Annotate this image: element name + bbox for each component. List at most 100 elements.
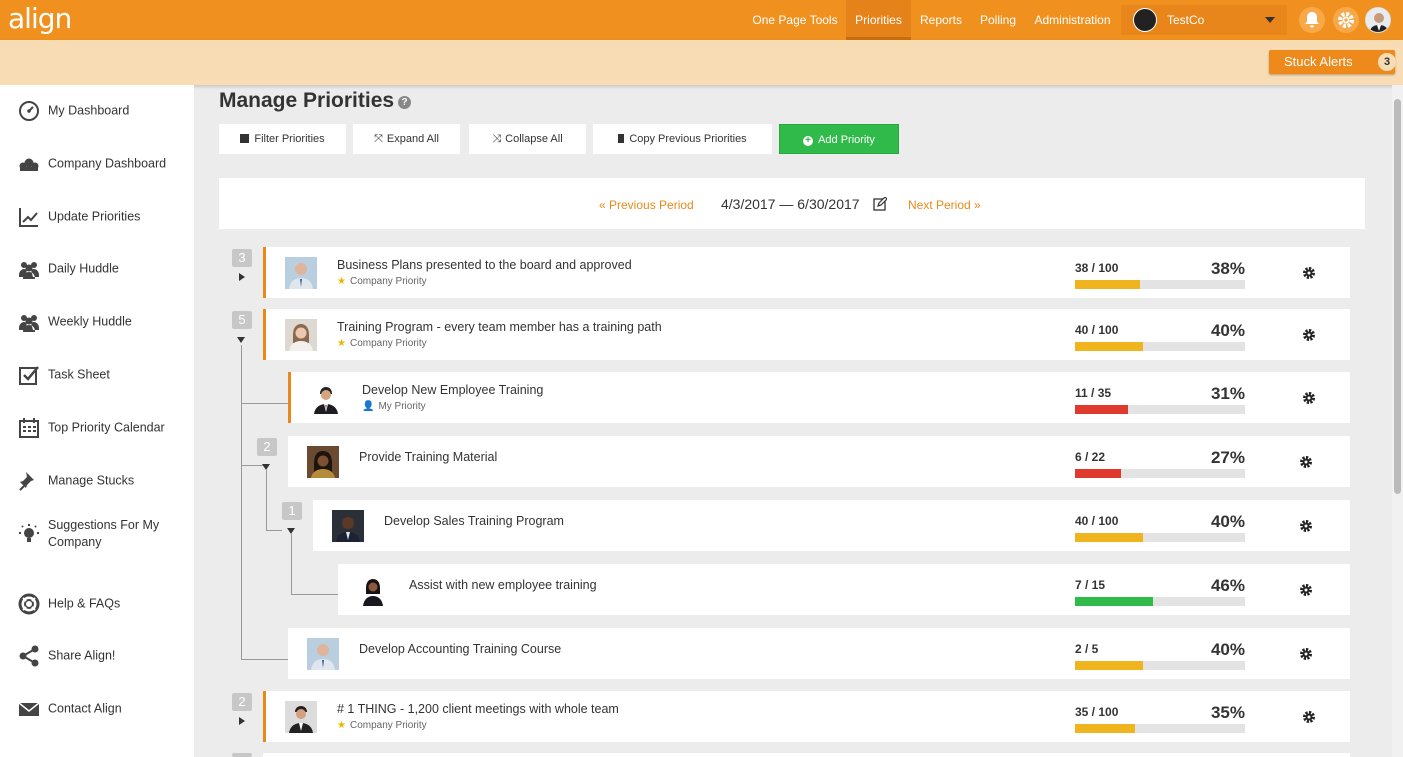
sidebar-item-top-priority-calendar[interactable]: Top Priority Calendar — [0, 406, 194, 450]
progress-count: 6 / 22 — [1075, 450, 1106, 464]
progress-count: 11 / 35 — [1075, 386, 1112, 400]
nav-polling[interactable]: Polling — [972, 0, 1024, 40]
chart-icon — [19, 208, 38, 227]
progress-bar — [1075, 533, 1245, 542]
gear-icon[interactable] — [1302, 391, 1316, 405]
star-icon: ★ — [337, 276, 346, 287]
priority-title[interactable]: Provide Training Material — [359, 450, 497, 464]
sidebar-item-daily-huddle[interactable]: Daily Huddle — [0, 247, 194, 291]
collapse-all-label: Collapse All — [505, 133, 563, 145]
sidebar-item-label: My Dashboard — [48, 103, 130, 118]
priority-title[interactable]: Training Program - every team member has… — [337, 320, 662, 334]
progress-bar-fill — [1075, 342, 1143, 351]
sidebar-item-my-dashboard[interactable]: My Dashboard — [0, 89, 194, 133]
star-icon: ★ — [337, 338, 346, 349]
sidebar-item-label: Daily Huddle — [48, 261, 119, 276]
pin-icon — [19, 472, 34, 491]
collapse-caret-icon[interactable] — [287, 528, 295, 534]
priority-title[interactable]: Business Plans presented to the board an… — [337, 258, 632, 272]
sidebar-item-share-align[interactable]: Share Align! — [0, 634, 194, 678]
nav-priorities[interactable]: Priorities — [846, 0, 911, 40]
help-icon[interactable]: ? — [398, 96, 411, 109]
sidebar-item-weekly-huddle[interactable]: Weekly Huddle — [0, 300, 194, 344]
add-priority-button[interactable]: + Add Priority — [779, 124, 899, 154]
nav-reports[interactable]: Reports — [912, 0, 970, 40]
progress-count: 2 / 5 — [1075, 642, 1099, 656]
filter-priorities-button[interactable]: Filter Priorities — [219, 124, 346, 154]
progress-percent: 46% — [1210, 576, 1245, 595]
collapse-caret-icon[interactable] — [237, 337, 245, 343]
priority-type: ★ Company Priority — [337, 720, 427, 731]
gear-icon[interactable] — [1302, 710, 1316, 724]
sidebar-item-update-priorities[interactable]: Update Priorities — [0, 195, 194, 239]
child-count-badge: 2 — [257, 438, 277, 456]
scrollbar[interactable] — [1392, 85, 1403, 757]
envelope-icon — [18, 702, 40, 716]
priority-row[interactable]: Develop New Employee Training 👤 My Priori… — [288, 372, 1350, 423]
sidebar-item-help-faqs[interactable]: Help & FAQs — [0, 582, 194, 626]
gear-icon[interactable] — [1299, 647, 1313, 661]
sidebar-item-suggestions[interactable]: Suggestions For My Company — [0, 512, 194, 556]
gear-icon[interactable] — [1299, 583, 1313, 597]
nav-one-page-tools[interactable]: One Page Tools — [745, 0, 845, 40]
progress-count: 40 / 100 — [1075, 323, 1119, 337]
child-count-badge: 5 — [232, 311, 252, 329]
priority-title[interactable]: Develop Sales Training Program — [384, 514, 564, 528]
scrollbar-thumb[interactable] — [1394, 99, 1401, 494]
priority-row[interactable]: Develop Sales Training Program 40 / 100 … — [313, 500, 1350, 551]
filter-icon — [240, 134, 250, 143]
gear-icon[interactable] — [1302, 266, 1316, 280]
stuck-alerts-label: Stuck Alerts — [1284, 54, 1353, 69]
copy-previous-priorities-button[interactable]: Copy Previous Priorities — [593, 124, 772, 154]
collapse-caret-icon[interactable] — [262, 464, 270, 470]
sidebar-item-label: Top Priority Calendar — [48, 420, 165, 435]
priority-title[interactable]: Develop New Employee Training — [362, 383, 543, 397]
gear-icon[interactable] — [1299, 455, 1313, 469]
progress-bar — [1075, 280, 1245, 289]
next-period-link[interactable]: Next Period » — [908, 198, 981, 212]
sidebar-item-company-dashboard[interactable]: Company Dashboard — [0, 142, 194, 186]
alert-bar — [0, 40, 1403, 85]
priority-title[interactable]: Develop Accounting Training Course — [359, 642, 561, 656]
priority-row[interactable]: Assist with new employee training 7 / 15… — [338, 564, 1350, 615]
period-range: 4/3/2017 — 6/30/2017 — [721, 196, 860, 212]
user-avatar[interactable] — [1365, 7, 1391, 33]
stuck-alerts-button[interactable]: Stuck Alerts 3 — [1269, 50, 1396, 74]
sidebar-item-contact-align[interactable]: Contact Align — [0, 687, 194, 731]
priority-row[interactable]: Provide Training Material 6 / 22 27% — [288, 436, 1350, 487]
nav-administration[interactable]: Administration — [1026, 0, 1119, 40]
child-count-badge: 2 — [232, 693, 252, 711]
priority-row[interactable]: Business Plans presented to the board an… — [263, 247, 1350, 298]
progress-count: 35 / 100 — [1075, 705, 1119, 719]
owner-avatar — [357, 574, 389, 606]
priority-title[interactable]: Assist with new employee training — [409, 578, 597, 592]
expand-all-button[interactable]: ⤧ Expand All — [353, 124, 460, 154]
dashboard-icon — [19, 101, 39, 121]
bell-icon[interactable] — [1299, 7, 1325, 33]
expand-caret-icon[interactable] — [239, 717, 245, 725]
gear-icon[interactable] — [1302, 328, 1316, 342]
settings-gear-icon[interactable] — [1333, 7, 1359, 33]
company-selector[interactable]: TestCo — [1121, 5, 1287, 35]
page-title: Manage Priorities — [219, 89, 395, 112]
add-priority-label: Add Priority — [818, 134, 875, 146]
gear-icon[interactable] — [1299, 519, 1313, 533]
copy-previous-priorities-label: Copy Previous Priorities — [629, 133, 747, 145]
priority-title[interactable]: # 1 THING - 1,200 client meetings with w… — [337, 702, 619, 716]
sidebar-item-task-sheet[interactable]: Task Sheet — [0, 353, 194, 397]
sidebar-item-label: Manage Stucks — [48, 473, 135, 488]
company-name: TestCo — [1167, 13, 1205, 27]
priority-type: ★ Company Priority — [337, 338, 427, 349]
sidebar-item-manage-stucks[interactable]: Manage Stucks — [0, 459, 194, 503]
company-logo — [1133, 8, 1157, 32]
collapse-all-button[interactable]: ⤨ Collapse All — [469, 124, 586, 154]
priority-row[interactable]: Develop Accounting Training Course 2 / 5… — [288, 628, 1350, 679]
priority-row[interactable]: # 1 THING - 1,200 client meetings with w… — [263, 691, 1350, 742]
priority-row[interactable]: Training Program - every team member has… — [263, 309, 1350, 360]
priority-row[interactable] — [263, 753, 1350, 757]
expand-caret-icon[interactable] — [239, 273, 245, 281]
app-logo[interactable]: align — [8, 2, 72, 35]
owner-avatar — [285, 701, 317, 733]
edit-icon[interactable] — [873, 197, 887, 211]
previous-period-link[interactable]: « Previous Period — [599, 198, 694, 212]
